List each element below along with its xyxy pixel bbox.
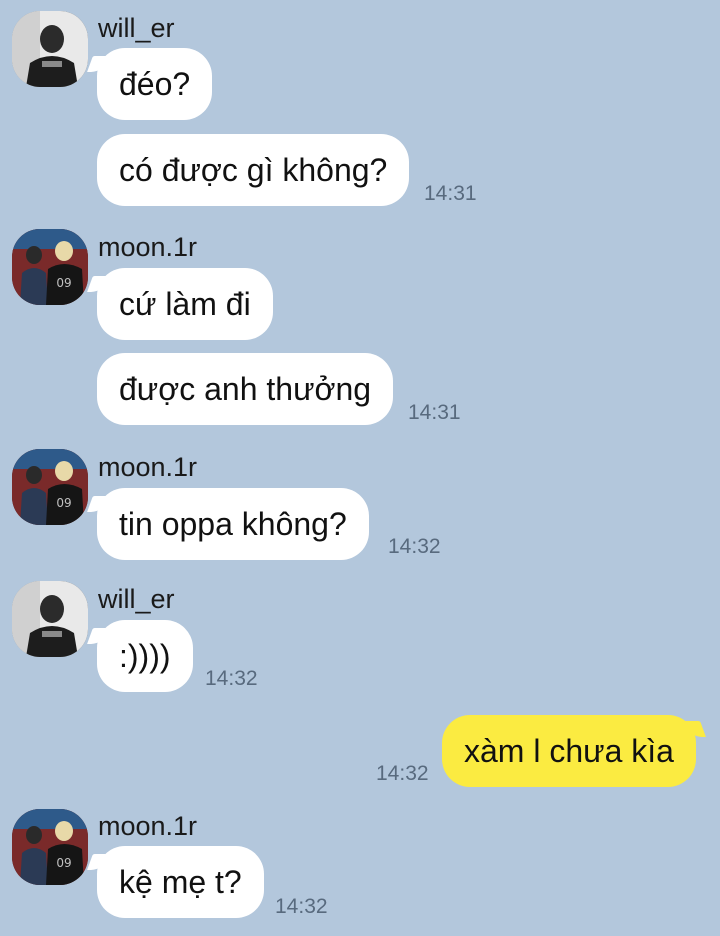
avatar-will-er[interactable]	[12, 11, 88, 87]
message-timestamp: 14:32	[388, 535, 441, 558]
user-avatar-moon-icon: 09	[12, 449, 88, 525]
message-text: có được gì không?	[119, 151, 388, 188]
sender-name: will_er	[98, 13, 175, 43]
message-text: :))))	[119, 637, 171, 674]
avatar-will-er[interactable]	[12, 581, 88, 657]
message-timestamp: 14:32	[376, 762, 429, 785]
message-text: đéo?	[119, 65, 191, 102]
user-avatar-moon-icon: 09	[12, 809, 88, 885]
sender-name: will_er	[98, 584, 175, 614]
message-bubble[interactable]: đéo?	[97, 48, 213, 120]
outgoing-message-bubble[interactable]: xàm l chưa kìa	[442, 715, 696, 787]
message-text: xàm l chưa kìa	[464, 732, 674, 769]
user-avatar-will-icon	[12, 581, 88, 657]
svg-text:09: 09	[56, 856, 71, 870]
user-avatar-will-icon	[12, 11, 88, 87]
sender-name: moon.1r	[98, 452, 198, 482]
avatar-moon-1r[interactable]: 09	[12, 229, 88, 305]
message-text: tin oppa không?	[119, 505, 347, 542]
message-bubble[interactable]: được anh thưởng	[97, 353, 394, 425]
svg-text:09: 09	[56, 276, 71, 290]
message-text: cứ làm đi	[119, 285, 251, 322]
message-text: kệ mẹ t?	[119, 863, 242, 900]
message-bubble[interactable]: tin oppa không?	[97, 488, 369, 560]
sender-name: moon.1r	[98, 811, 198, 841]
message-timestamp: 14:31	[424, 182, 477, 205]
svg-text:09: 09	[56, 496, 71, 510]
message-bubble[interactable]: cứ làm đi	[97, 268, 273, 340]
avatar-moon-1r[interactable]: 09	[12, 809, 88, 885]
message-bubble[interactable]: :))))	[97, 620, 193, 692]
message-timestamp: 14:32	[275, 895, 328, 918]
message-text: được anh thưởng	[119, 370, 372, 407]
user-avatar-moon-icon: 09	[12, 229, 88, 305]
message-bubble[interactable]: có được gì không?	[97, 134, 410, 206]
sender-name: moon.1r	[98, 232, 198, 262]
message-timestamp: 14:31	[408, 401, 461, 424]
avatar-moon-1r[interactable]: 09	[12, 449, 88, 525]
message-bubble[interactable]: kệ mẹ t?	[97, 846, 264, 918]
message-timestamp: 14:32	[205, 667, 258, 690]
